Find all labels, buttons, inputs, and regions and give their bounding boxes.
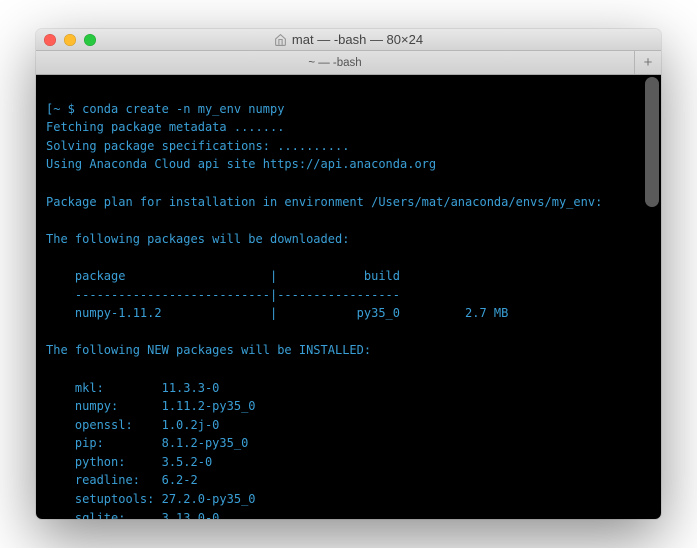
new-tab-button[interactable]: +: [635, 51, 661, 74]
terminal-window: mat — -bash — 80×24 ~ — -bash + [~ $ con…: [36, 29, 661, 519]
table-sep: ---------------------------|------------…: [46, 288, 400, 302]
scrollbar-thumb[interactable]: [645, 77, 659, 207]
command: conda create -n my_env numpy: [82, 102, 284, 116]
output-line: The following packages will be downloade…: [46, 232, 349, 246]
table-row: numpy-1.11.2 | py35_0 2.7 MB: [46, 306, 508, 320]
prompt: [~ $: [46, 102, 82, 116]
output-line: Solving package specifications: ........…: [46, 139, 349, 153]
list-item: openssl: 1.0.2j-0: [46, 418, 219, 432]
tab-label: ~ — -bash: [308, 57, 361, 69]
list-item: readline: 6.2-2: [46, 473, 198, 487]
list-item: setuptools: 27.2.0-py35_0: [46, 492, 256, 506]
output-line: Fetching package metadata .......: [46, 120, 284, 134]
tab-bar: ~ — -bash +: [36, 51, 661, 75]
list-item: sqlite: 3.13.0-0: [46, 511, 219, 519]
plus-icon: +: [644, 54, 653, 71]
terminal-content[interactable]: [~ $ conda create -n my_env numpy Fetchi…: [36, 75, 661, 519]
list-item: mkl: 11.3.3-0: [46, 381, 219, 395]
close-icon[interactable]: [44, 34, 56, 46]
traffic-lights: [36, 34, 96, 46]
titlebar: mat — -bash — 80×24: [36, 29, 661, 51]
tab-bash[interactable]: ~ — -bash: [36, 51, 635, 74]
list-item: pip: 8.1.2-py35_0: [46, 436, 248, 450]
home-icon: [274, 33, 287, 46]
list-item: numpy: 1.11.2-py35_0: [46, 399, 256, 413]
output-line: Using Anaconda Cloud api site https://ap…: [46, 157, 436, 171]
table-header: package | build: [46, 269, 400, 283]
window-title-text: mat — -bash — 80×24: [292, 32, 423, 47]
list-item: python: 3.5.2-0: [46, 455, 212, 469]
zoom-icon[interactable]: [84, 34, 96, 46]
output-line: Package plan for installation in environ…: [46, 195, 602, 209]
window-title: mat — -bash — 80×24: [36, 32, 661, 47]
minimize-icon[interactable]: [64, 34, 76, 46]
output-line: The following NEW packages will be INSTA…: [46, 343, 371, 357]
